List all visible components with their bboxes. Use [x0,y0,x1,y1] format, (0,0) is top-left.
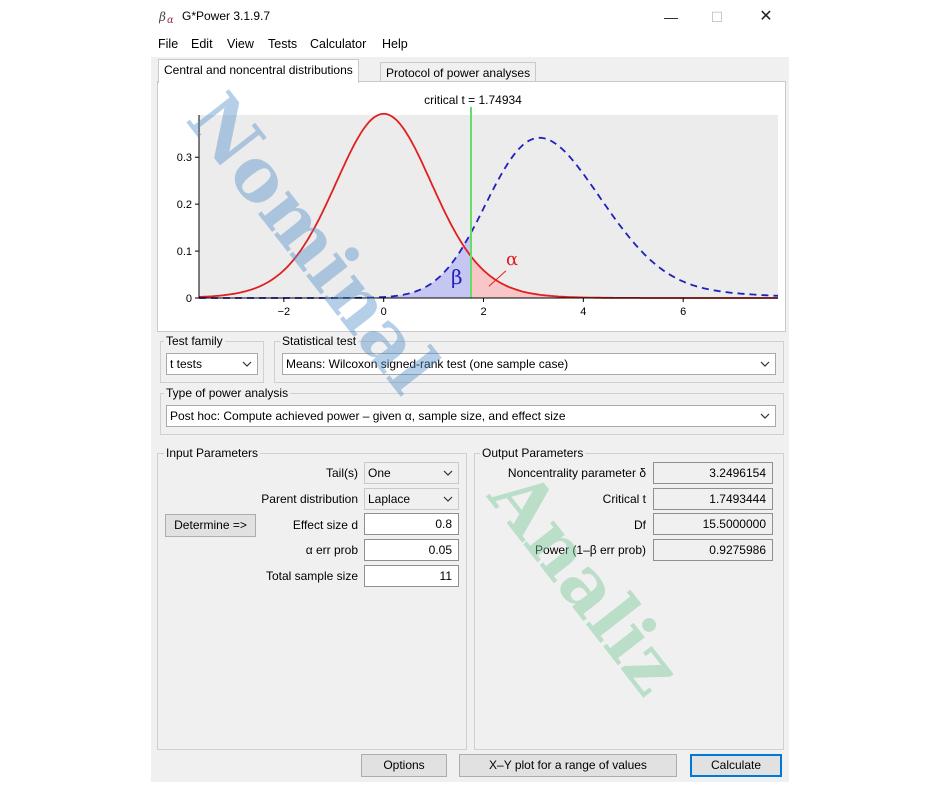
test-family-select[interactable]: t tests [166,353,258,375]
menu-edit[interactable]: Edit [191,37,213,51]
output-parameters-title: Output Parameters [480,446,586,460]
distribution-plot: 0 0.1 0.2 0.3 −2 0 2 4 6 critical t = 1.74934 β α [177,93,779,318]
input-parameters-title: Input Parameters [164,446,261,460]
tab-distributions[interactable]: Central and noncentral distributions [158,59,359,83]
x-tick-label: 6 [680,306,686,318]
power-analysis-label: Type of power analysis [164,386,291,400]
gpower-app-icon: β α [159,10,174,25]
power-output: 0.9275986 [653,539,773,561]
distribution-plot-panel: 0 0.1 0.2 0.3 −2 0 2 4 6 critical t = 1.74934 β α [157,81,786,332]
statistical-test-value: Means: Wilcoxon signed-rank test (one sa… [286,357,569,371]
tab-protocol[interactable]: Protocol of power analyses [380,62,537,83]
total-sample-size-input[interactable]: 11 [364,565,459,587]
window-title: G*Power 3.1.9.7 [182,9,271,23]
menu-view[interactable]: View [227,37,254,51]
plot-area [199,115,778,298]
determine-button[interactable]: Determine => [165,514,256,537]
menu-help[interactable]: Help [382,37,408,51]
power-analysis-select[interactable]: Post hoc: Compute achieved power – given… [166,405,776,427]
parent-distribution-label: Parent distribution [261,492,358,506]
critical-t-annotation: critical t = 1.74934 [424,93,522,107]
total-sample-size-label: Total sample size [265,569,358,583]
chevron-down-icon [443,470,453,476]
y-tick-label: 0 [186,293,192,305]
power-label: Power (1–β err prob) [535,543,646,557]
parent-distribution-value: Laplace [368,492,411,506]
tails-value: One [368,466,391,480]
alpha-err-prob-input[interactable]: 0.05 [364,539,459,561]
xy-plot-button[interactable]: X–Y plot for a range of values [459,754,677,777]
close-icon[interactable]: ✕ [751,6,781,28]
tails-select[interactable]: One [364,462,459,484]
critical-t-label: Critical t [602,492,646,506]
y-tick-label: 0.2 [177,199,192,211]
menu-tests[interactable]: Tests [268,37,297,51]
x-tick-label: 0 [381,306,387,318]
calculate-button[interactable]: Calculate [690,754,782,777]
y-tick-label: 0.3 [177,152,192,164]
beta-label: β [451,265,463,289]
effect-size-label: Effect size d [292,518,358,532]
y-tick-label: 0.1 [177,246,192,258]
menu-file[interactable]: File [158,37,178,51]
svg-text:β: β [159,10,166,24]
critical-t-output: 1.7493444 [653,488,773,510]
options-button[interactable]: Options [361,754,447,777]
tails-label: Tail(s) [326,466,358,480]
chevron-down-icon [443,496,453,502]
test-family-label: Test family [164,334,225,348]
chevron-down-icon [760,413,770,419]
power-analysis-value: Post hoc: Compute achieved power – given… [170,409,566,423]
noncentrality-label: Noncentrality parameter δ [507,466,646,480]
df-output: 15.5000000 [653,513,773,535]
x-tick-label: 4 [580,306,586,318]
parent-distribution-select[interactable]: Laplace [364,488,459,510]
x-tick-label: −2 [278,306,291,318]
svg-text:α: α [167,15,174,25]
noncentrality-output: 3.2496154 [653,462,773,484]
effect-size-input[interactable]: 0.8 [364,513,459,535]
statistical-test-select[interactable]: Means: Wilcoxon signed-rank test (one sa… [282,353,776,375]
alpha-err-prob-label: α err prob [305,543,358,557]
alpha-label: α [506,249,518,270]
minimize-icon[interactable]: — [656,6,686,28]
df-label: Df [634,518,646,532]
x-tick-label: 2 [480,306,486,318]
chevron-down-icon [760,361,770,367]
maximize-icon[interactable]: ☐ [702,6,732,28]
chevron-down-icon [242,361,252,367]
statistical-test-label: Statistical test [280,334,359,348]
test-family-value: t tests [170,357,203,371]
menu-calculator[interactable]: Calculator [310,37,366,51]
